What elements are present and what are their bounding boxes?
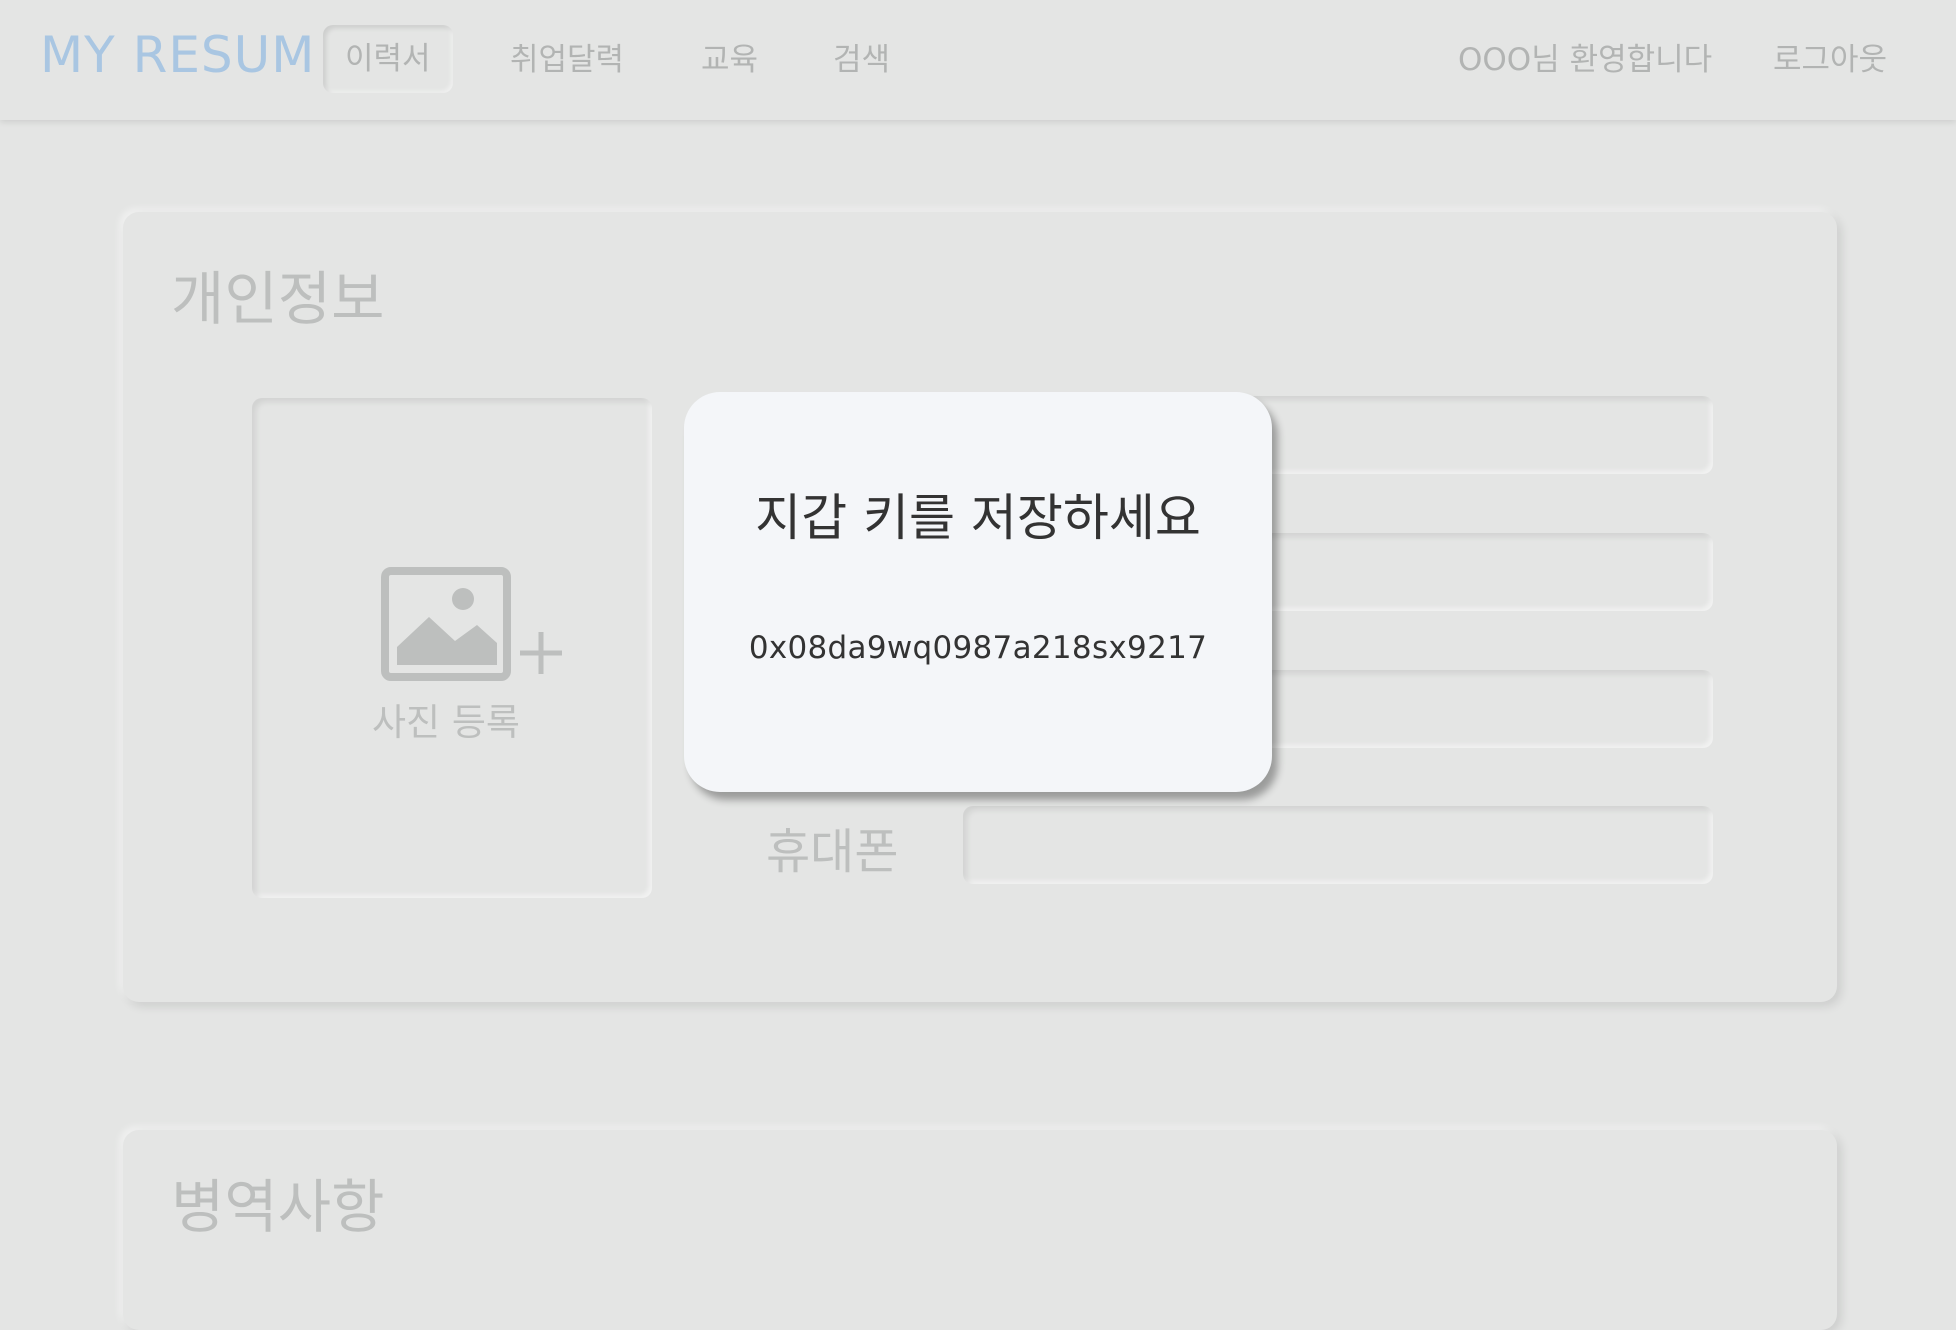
- plus-icon[interactable]: [518, 630, 564, 676]
- top-navbar: MY RESUM 이력서 취업달력 교육 검색 OOO님 환영합니다 로그아웃: [0, 0, 1956, 120]
- wallet-key-modal: [684, 392, 1272, 792]
- welcome-message: OOO님 환영합니다: [1458, 42, 1713, 78]
- nav-tab-search[interactable]: 검색: [833, 38, 890, 92]
- nav-tab-resume[interactable]: 이력서: [323, 25, 453, 93]
- logout-link[interactable]: 로그아웃: [1773, 38, 1887, 82]
- military-service-title: 병역사항: [171, 1173, 385, 1241]
- nav-tab-job-calendar[interactable]: 취업달력: [510, 38, 624, 92]
- phone-input[interactable]: [963, 806, 1713, 884]
- image-placeholder-icon[interactable]: [381, 567, 511, 681]
- personal-info-title: 개인정보: [171, 265, 385, 333]
- phone-label: 휴대폰: [766, 824, 899, 880]
- app-logo[interactable]: MY RESUM: [40, 26, 315, 84]
- nav-tab-education[interactable]: 교육: [701, 38, 758, 92]
- photo-upload-label: 사진 등록: [372, 701, 520, 744]
- modal-title: 지갑 키를 저장하세요: [755, 489, 1201, 547]
- wallet-key-value[interactable]: 0x08da9wq0987a218sx9217: [684, 630, 1272, 666]
